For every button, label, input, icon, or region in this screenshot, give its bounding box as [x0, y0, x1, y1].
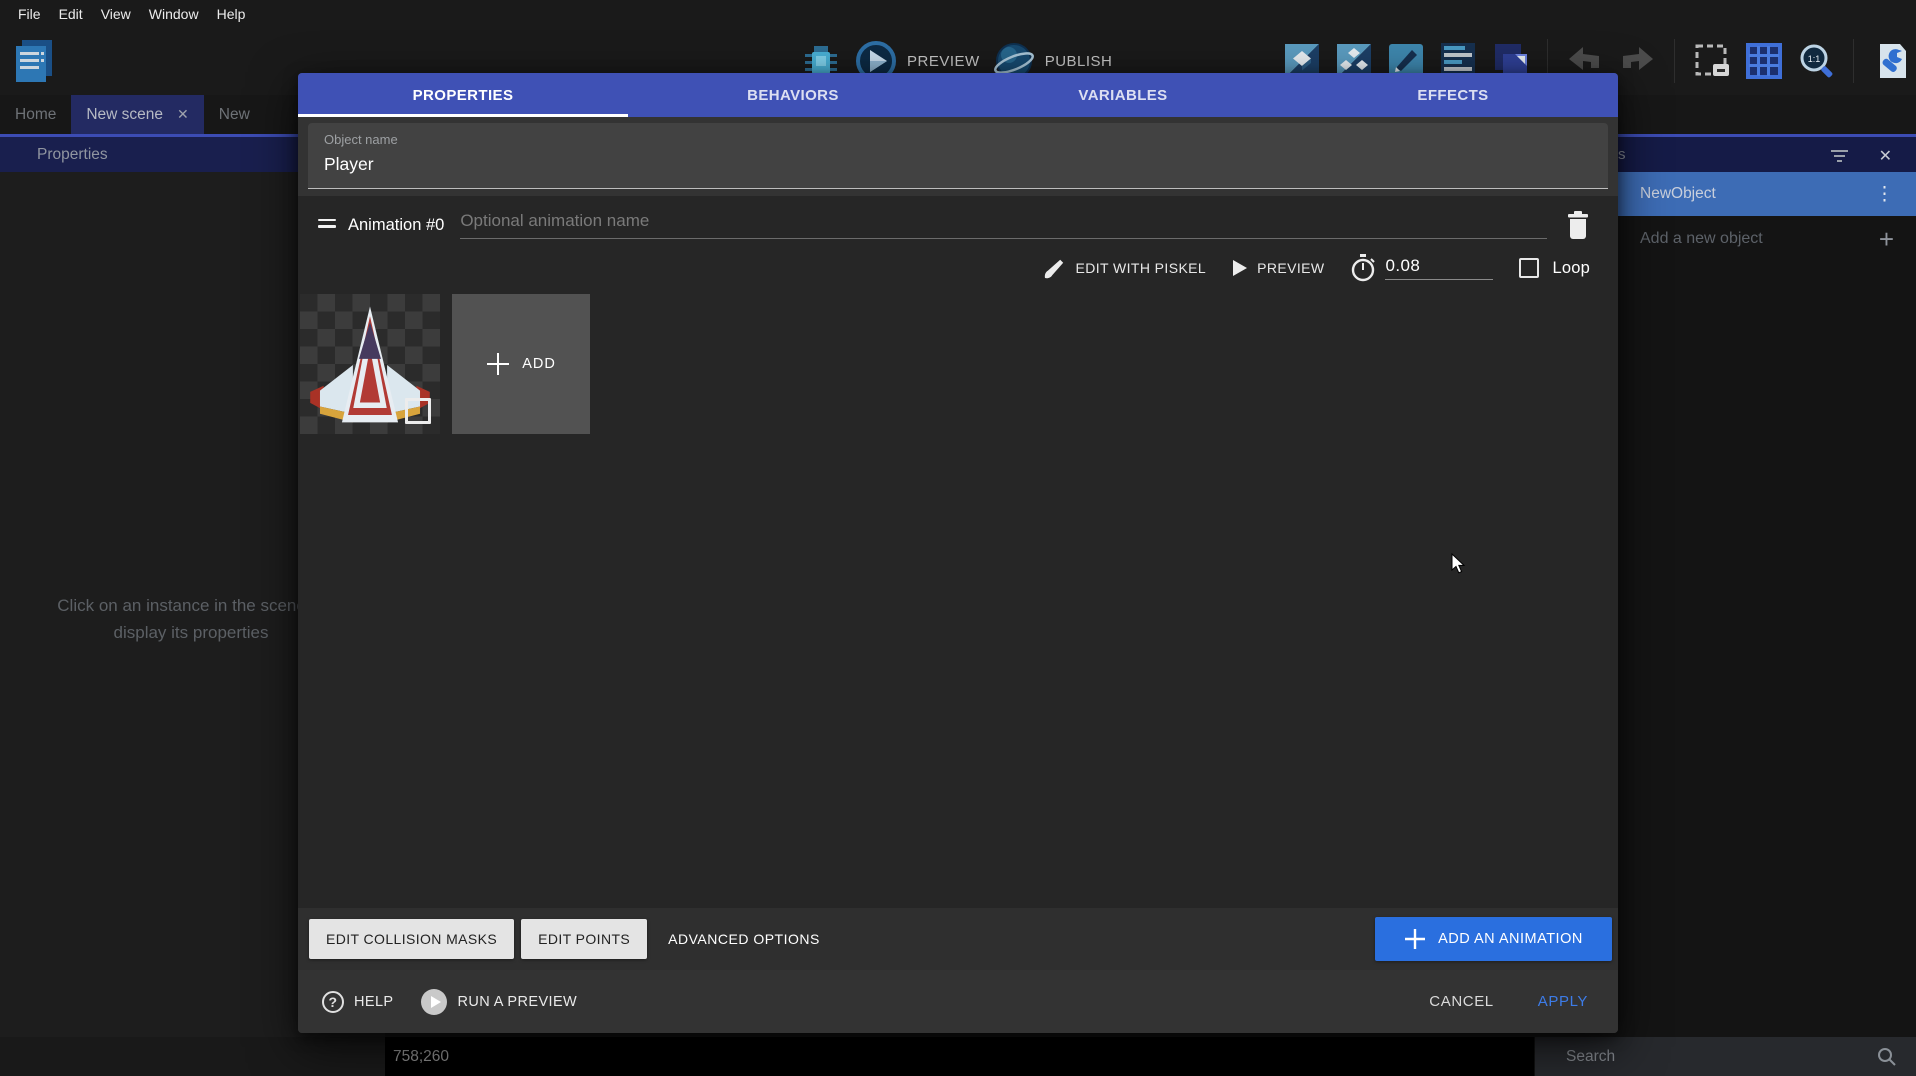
dialog-actions-row: EDIT COLLISION MASKS EDIT POINTS ADVANCE…: [298, 908, 1618, 970]
tab-home[interactable]: Home: [0, 95, 71, 134]
dialog-tab-variables[interactable]: VARIABLES: [958, 73, 1288, 117]
plus-icon: [486, 352, 510, 376]
delete-animation-trash-icon[interactable]: [1565, 210, 1591, 240]
help-icon: ?: [322, 991, 344, 1013]
time-between-frames-field[interactable]: 0.08: [1350, 254, 1493, 282]
object-editor-dialog: PROPERTIES BEHAVIORS VARIABLES EFFECTS O…: [298, 73, 1618, 1033]
preview-animation-button[interactable]: PREVIEW: [1232, 259, 1324, 277]
menu-bar: File Edit View Window Help: [0, 0, 1916, 27]
cancel-button[interactable]: CANCEL: [1429, 993, 1493, 1010]
search-icon: [1876, 1046, 1898, 1068]
loop-checkbox[interactable]: [1519, 258, 1539, 278]
drag-handle-icon[interactable]: [318, 219, 336, 232]
edit-with-piskel-button[interactable]: EDIT WITH PISKEL: [1043, 256, 1207, 280]
menu-view[interactable]: View: [92, 6, 140, 22]
zoom-one-to-one-icon[interactable]: 1:1: [1797, 42, 1835, 80]
menu-edit[interactable]: Edit: [50, 6, 92, 22]
edit-selection-icon[interactable]: [1693, 42, 1731, 80]
preview-label: PREVIEW: [907, 53, 980, 70]
edit-points-button[interactable]: EDIT POINTS: [521, 919, 647, 959]
animation-controls-row: EDIT WITH PISKEL PREVIEW 0.08: [298, 240, 1618, 292]
gdevelop-window: File Edit View Window Help: [0, 0, 1916, 1076]
object-name-section: Object name Player: [298, 117, 1618, 196]
plus-icon: [1404, 928, 1426, 950]
animation-name-input[interactable]: Optional animation name: [460, 211, 1547, 239]
animation-title: Animation #0: [348, 216, 444, 235]
loop-toggle[interactable]: Loop: [1519, 258, 1590, 278]
menu-window[interactable]: Window: [140, 6, 208, 22]
stopwatch-icon: [1350, 254, 1376, 282]
dialog-tab-behaviors[interactable]: BEHAVIORS: [628, 73, 958, 117]
svg-text:1:1: 1:1: [1808, 54, 1821, 64]
add-object-plus-icon[interactable]: +: [1879, 224, 1894, 255]
objects-panel-header: s ✕: [1613, 134, 1916, 172]
dialog-footer: ? HELP RUN A PREVIEW CANCEL APPLY: [298, 970, 1618, 1033]
search-input[interactable]: Search: [1566, 1048, 1615, 1066]
dialog-tab-properties[interactable]: PROPERTIES: [298, 73, 628, 117]
tab-new-scene[interactable]: New scene ✕: [71, 95, 203, 134]
dialog-tab-bar: PROPERTIES BEHAVIORS VARIABLES EFFECTS: [298, 73, 1618, 117]
object-name-value[interactable]: Player: [324, 154, 1592, 175]
apply-button[interactable]: APPLY: [1538, 993, 1588, 1010]
more-options-icon[interactable]: ⋮: [1875, 183, 1894, 206]
objects-search-bar[interactable]: Search: [1534, 1037, 1916, 1076]
menu-file[interactable]: File: [9, 6, 50, 22]
close-panel-icon[interactable]: ✕: [1879, 146, 1892, 166]
run-a-preview-button[interactable]: RUN A PREVIEW: [421, 989, 577, 1015]
object-name-label: Object name: [324, 132, 1592, 147]
objects-panel: s ✕ NewObject ⋮ Add a new object +: [1613, 134, 1916, 1037]
left-panel-footer: [0, 1037, 385, 1076]
cursor-coordinates: 758;260: [393, 1048, 449, 1066]
add-frame-button[interactable]: ADD: [452, 294, 590, 434]
object-list-item-selected[interactable]: NewObject ⋮: [1613, 172, 1916, 216]
scene-status-bar: 758;260: [385, 1037, 1534, 1076]
time-between-frames-input[interactable]: 0.08: [1385, 256, 1493, 280]
frame-thumbnail[interactable]: [300, 294, 440, 434]
add-an-animation-button[interactable]: ADD AN ANIMATION: [1375, 917, 1612, 961]
frame-select-checkbox[interactable]: [405, 398, 431, 424]
frames-row: ADD: [298, 294, 1618, 434]
debugger-wrench-icon[interactable]: [1872, 42, 1910, 80]
publish-label: PUBLISH: [1045, 53, 1113, 70]
advanced-options-button[interactable]: ADVANCED OPTIONS: [654, 931, 834, 947]
add-new-object-row[interactable]: Add a new object +: [1613, 216, 1916, 262]
brush-icon: [1043, 256, 1067, 280]
redo-icon[interactable]: [1618, 42, 1656, 80]
tab-close-icon[interactable]: ✕: [177, 106, 189, 123]
menu-help[interactable]: Help: [208, 6, 255, 22]
tab-new-partial[interactable]: New: [204, 95, 265, 134]
grid-icon[interactable]: [1745, 42, 1783, 80]
toolbar-separator: [1674, 39, 1675, 83]
help-button[interactable]: ? HELP: [322, 991, 393, 1013]
object-name-field[interactable]: Object name Player: [308, 123, 1608, 189]
edit-collision-masks-button[interactable]: EDIT COLLISION MASKS: [309, 919, 514, 959]
animations-section: Animation #0 Optional animation name EDI…: [298, 196, 1618, 908]
filter-icon[interactable]: [1830, 150, 1848, 162]
dialog-tab-effects[interactable]: EFFECTS: [1288, 73, 1618, 117]
animation-header-row: Animation #0 Optional animation name: [298, 196, 1618, 240]
play-icon: [1232, 259, 1248, 277]
run-preview-play-icon: [421, 989, 447, 1015]
toolbar-separator: [1853, 39, 1854, 83]
project-manager-icon[interactable]: [10, 36, 58, 86]
